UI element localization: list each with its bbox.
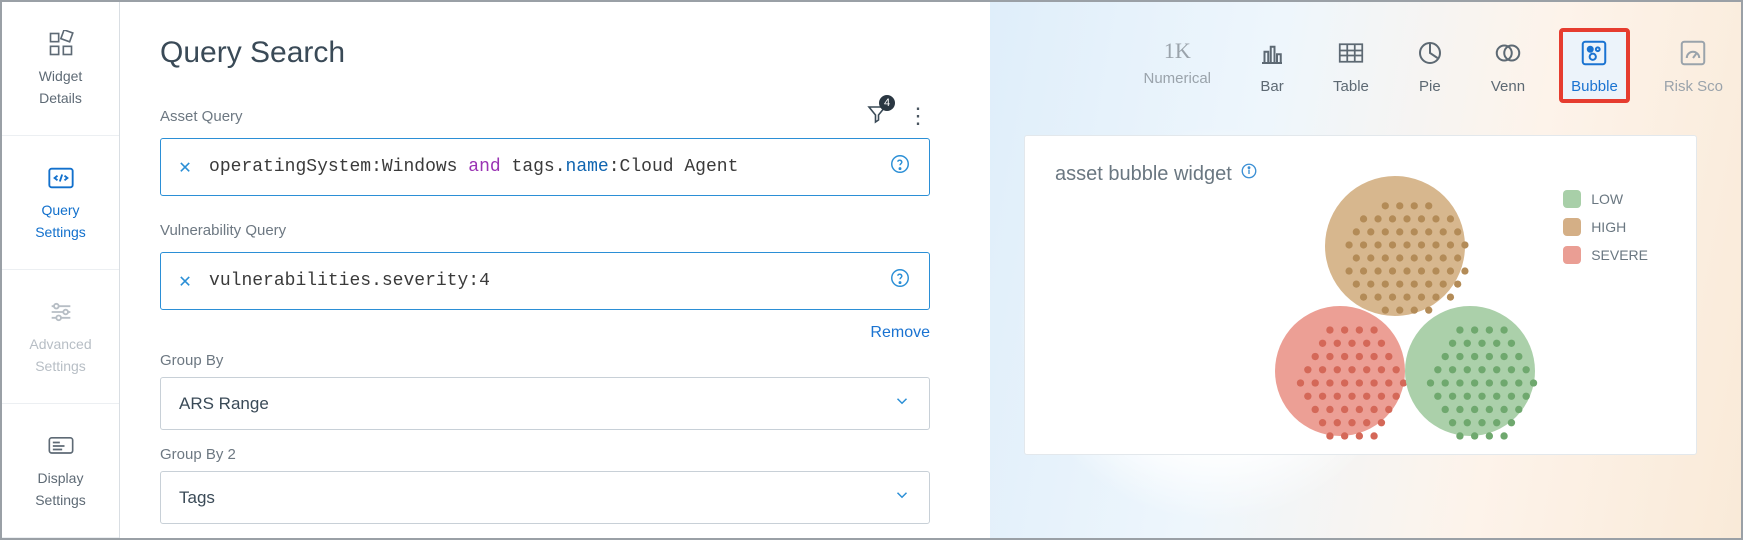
- group-by-select[interactable]: ARS Range: [160, 377, 930, 430]
- clear-icon[interactable]: ✕: [179, 154, 191, 180]
- swatch-high: [1563, 218, 1581, 236]
- table-icon: [1336, 38, 1366, 72]
- group-by-2-group: Group By 2 Tags: [160, 446, 930, 524]
- sidebar-item-label-2: Details: [39, 90, 82, 107]
- sidebar-item-label-2: Settings: [35, 492, 86, 509]
- sidebar-item-label-1: Advanced: [29, 336, 91, 353]
- asset-query-input[interactable]: ✕ operatingSystem:Windows and tags.name:…: [160, 138, 930, 196]
- venn-icon: [1493, 38, 1523, 72]
- legend-severe[interactable]: SEVERE: [1563, 246, 1648, 264]
- query-settings-panel: Query Search Asset Query 4 ⋮ ✕ operating…: [120, 2, 990, 538]
- asset-query-text: operatingSystem:Windows and tags.name:Cl…: [209, 157, 871, 177]
- tab-table[interactable]: Table: [1323, 30, 1379, 101]
- help-icon[interactable]: [889, 153, 911, 181]
- vulnerability-query-input[interactable]: ✕ vulnerabilities.severity:4: [160, 252, 930, 310]
- sidebar-item-label-1: Query: [41, 202, 79, 219]
- legend-low[interactable]: LOW: [1563, 190, 1648, 208]
- vulnerability-query-group: Vulnerability Query ✕ vulnerabilities.se…: [160, 216, 930, 342]
- swatch-severe: [1563, 246, 1581, 264]
- chevron-down-icon: [893, 392, 911, 415]
- remove-vulnerability-query-link[interactable]: Remove: [870, 324, 930, 342]
- code-icon: [47, 164, 75, 196]
- preview-panel: 1K Numerical Bar Table Pie Venn Bubble R…: [990, 2, 1741, 538]
- help-icon[interactable]: [889, 267, 911, 295]
- tab-venn[interactable]: Venn: [1481, 30, 1535, 101]
- sliders-icon: [47, 298, 75, 330]
- tab-numerical[interactable]: 1K Numerical: [1134, 30, 1222, 93]
- filter-count-badge: 4: [879, 95, 895, 111]
- bubble-widget-preview: asset bubble widget LOW HIGH SEVERE: [1024, 135, 1697, 455]
- tab-risk-score[interactable]: Risk Sco: [1654, 30, 1733, 101]
- group-by-label: Group By: [160, 352, 930, 369]
- left-sidebar: Widget Details Query Settings Advanced S…: [2, 2, 120, 538]
- page-title: Query Search: [160, 36, 930, 70]
- sidebar-item-label-1: Display: [38, 470, 84, 487]
- clear-icon[interactable]: ✕: [179, 268, 191, 294]
- widgets-icon: [47, 30, 75, 62]
- bubble-severe[interactable]: [1275, 306, 1405, 436]
- tab-pie[interactable]: Pie: [1405, 30, 1455, 101]
- bar-chart-icon: [1257, 38, 1287, 72]
- sidebar-item-widget-details[interactable]: Widget Details: [2, 2, 119, 136]
- sidebar-item-label-1: Widget: [39, 68, 83, 85]
- tab-bar[interactable]: Bar: [1247, 30, 1297, 101]
- sidebar-item-label-2: Settings: [35, 224, 86, 241]
- legend-high[interactable]: HIGH: [1563, 218, 1648, 236]
- numerical-icon: 1K: [1164, 38, 1191, 64]
- group-by-2-label: Group By 2: [160, 446, 930, 463]
- asset-query-label: Asset Query: [160, 108, 243, 125]
- bubble-chart-icon: [1579, 38, 1609, 72]
- dots: [1417, 318, 1547, 448]
- bubble-chart: [1205, 176, 1565, 456]
- gauge-icon: [1678, 38, 1708, 72]
- dots: [1287, 318, 1417, 448]
- sidebar-item-display-settings[interactable]: Display Settings: [2, 404, 119, 538]
- vulnerability-query-label: Vulnerability Query: [160, 222, 286, 239]
- display-icon: [47, 432, 75, 464]
- bubble-legend: LOW HIGH SEVERE: [1563, 190, 1648, 264]
- bubble-high[interactable]: [1325, 176, 1465, 316]
- filter-icon[interactable]: 4: [865, 102, 889, 131]
- group-by-2-value: Tags: [179, 488, 215, 508]
- pie-chart-icon: [1415, 38, 1445, 72]
- sidebar-item-label-2: Settings: [35, 358, 86, 375]
- tab-bubble[interactable]: Bubble: [1561, 30, 1628, 101]
- chart-type-tabs: 1K Numerical Bar Table Pie Venn Bubble R…: [990, 2, 1741, 135]
- bubble-low[interactable]: [1405, 306, 1535, 436]
- sidebar-item-query-settings[interactable]: Query Settings: [2, 136, 119, 270]
- vulnerability-query-text: vulnerabilities.severity:4: [209, 271, 871, 291]
- group-by-value: ARS Range: [179, 394, 269, 414]
- asset-query-group: Asset Query 4 ⋮ ✕ operatingSystem:Window…: [160, 102, 930, 196]
- group-by-2-select[interactable]: Tags: [160, 471, 930, 524]
- more-menu-icon[interactable]: ⋮: [907, 113, 930, 120]
- group-by-group: Group By ARS Range: [160, 352, 930, 430]
- chevron-down-icon: [893, 486, 911, 509]
- sidebar-item-advanced-settings[interactable]: Advanced Settings: [2, 270, 119, 404]
- swatch-low: [1563, 190, 1581, 208]
